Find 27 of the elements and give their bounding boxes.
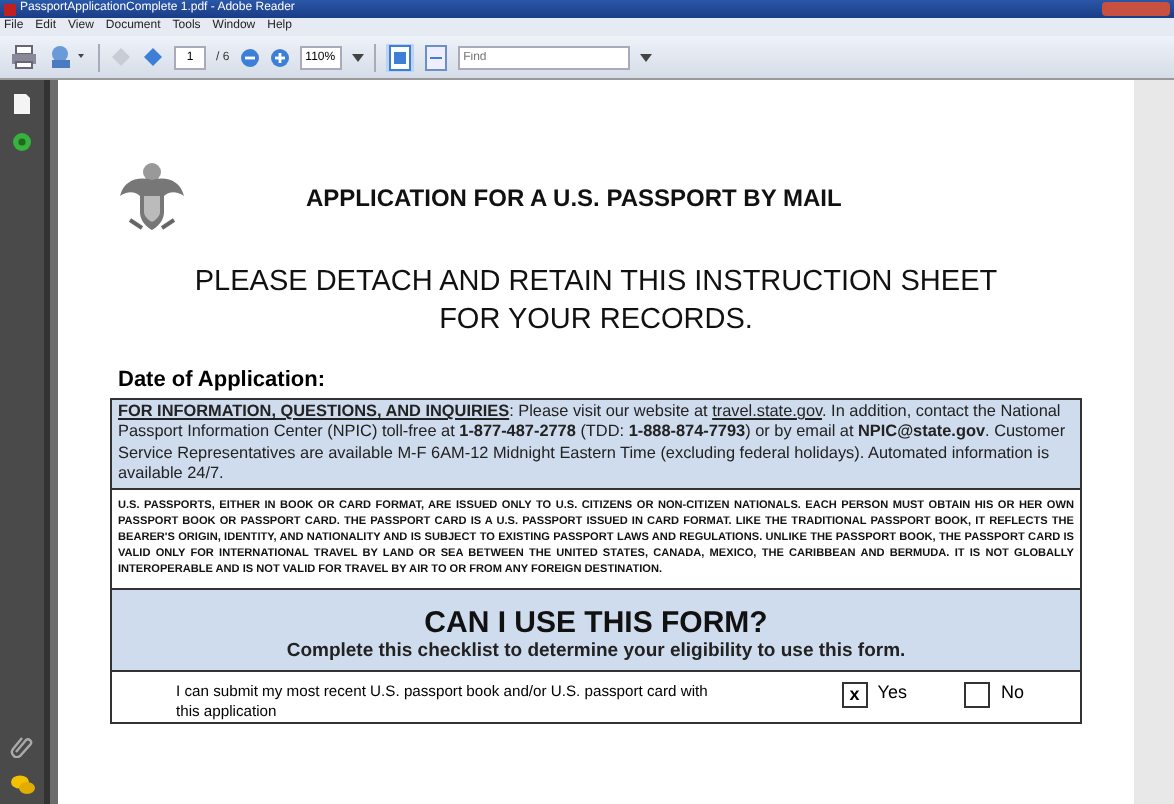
comments-icon[interactable] xyxy=(9,774,35,796)
eagle-seal-icon xyxy=(118,160,186,236)
scrollbar[interactable] xyxy=(1134,80,1174,804)
zoom-in-icon[interactable] xyxy=(269,47,290,67)
section-title: CAN I USE THIS FORM? xyxy=(422,605,770,640)
page-icon[interactable] xyxy=(12,92,32,116)
caret-icon[interactable] xyxy=(639,53,652,61)
print-icon[interactable] xyxy=(10,44,38,70)
fit-page-icon[interactable] xyxy=(385,43,414,71)
next-page-icon[interactable] xyxy=(142,46,164,68)
info-paragraph: FOR INFORMATION, QUESTIONS, AND INQUIRIES: Please visit our website at travel.state.gov. In addition, contact the National Passport Information Center (NPIC) toll-free at 1-877-487-2778 (TDD: 1-888-874-7793) or by email at NPIC@state.gov. Customer Service Representatives are available M-F 6AM-12 Midnight Eastern Time (excluding federal holidays). Automated information is available 24/7. xyxy=(110,398,1082,490)
website-link[interactable]: travel.state.gov xyxy=(712,402,822,420)
caret-icon[interactable] xyxy=(351,53,364,61)
circle-icon[interactable] xyxy=(12,132,32,152)
checkbox[interactable]: x xyxy=(841,681,868,708)
checkbox[interactable] xyxy=(964,681,991,708)
fit-width-icon[interactable] xyxy=(423,43,448,71)
section-subtitle: Complete this checklist to determine your eligibility to use this form. xyxy=(284,639,908,662)
checkbox-label: Yes xyxy=(877,681,907,702)
checkbox-label: No xyxy=(1000,681,1024,702)
paperclip-icon[interactable] xyxy=(10,734,34,758)
date-label: Date of Application: xyxy=(116,368,327,392)
app-icon xyxy=(4,3,16,15)
instruction-heading: PLEASE DETACH AND RETAIN THIS INSTRUCTION SHEET xyxy=(192,264,1000,302)
document-title: APPLICATION FOR A U.S. PASSPORT BY MAIL xyxy=(306,184,842,212)
zoom-out-icon[interactable] xyxy=(239,47,260,67)
instruction-heading: FOR YOUR RECORDS. xyxy=(437,302,755,340)
